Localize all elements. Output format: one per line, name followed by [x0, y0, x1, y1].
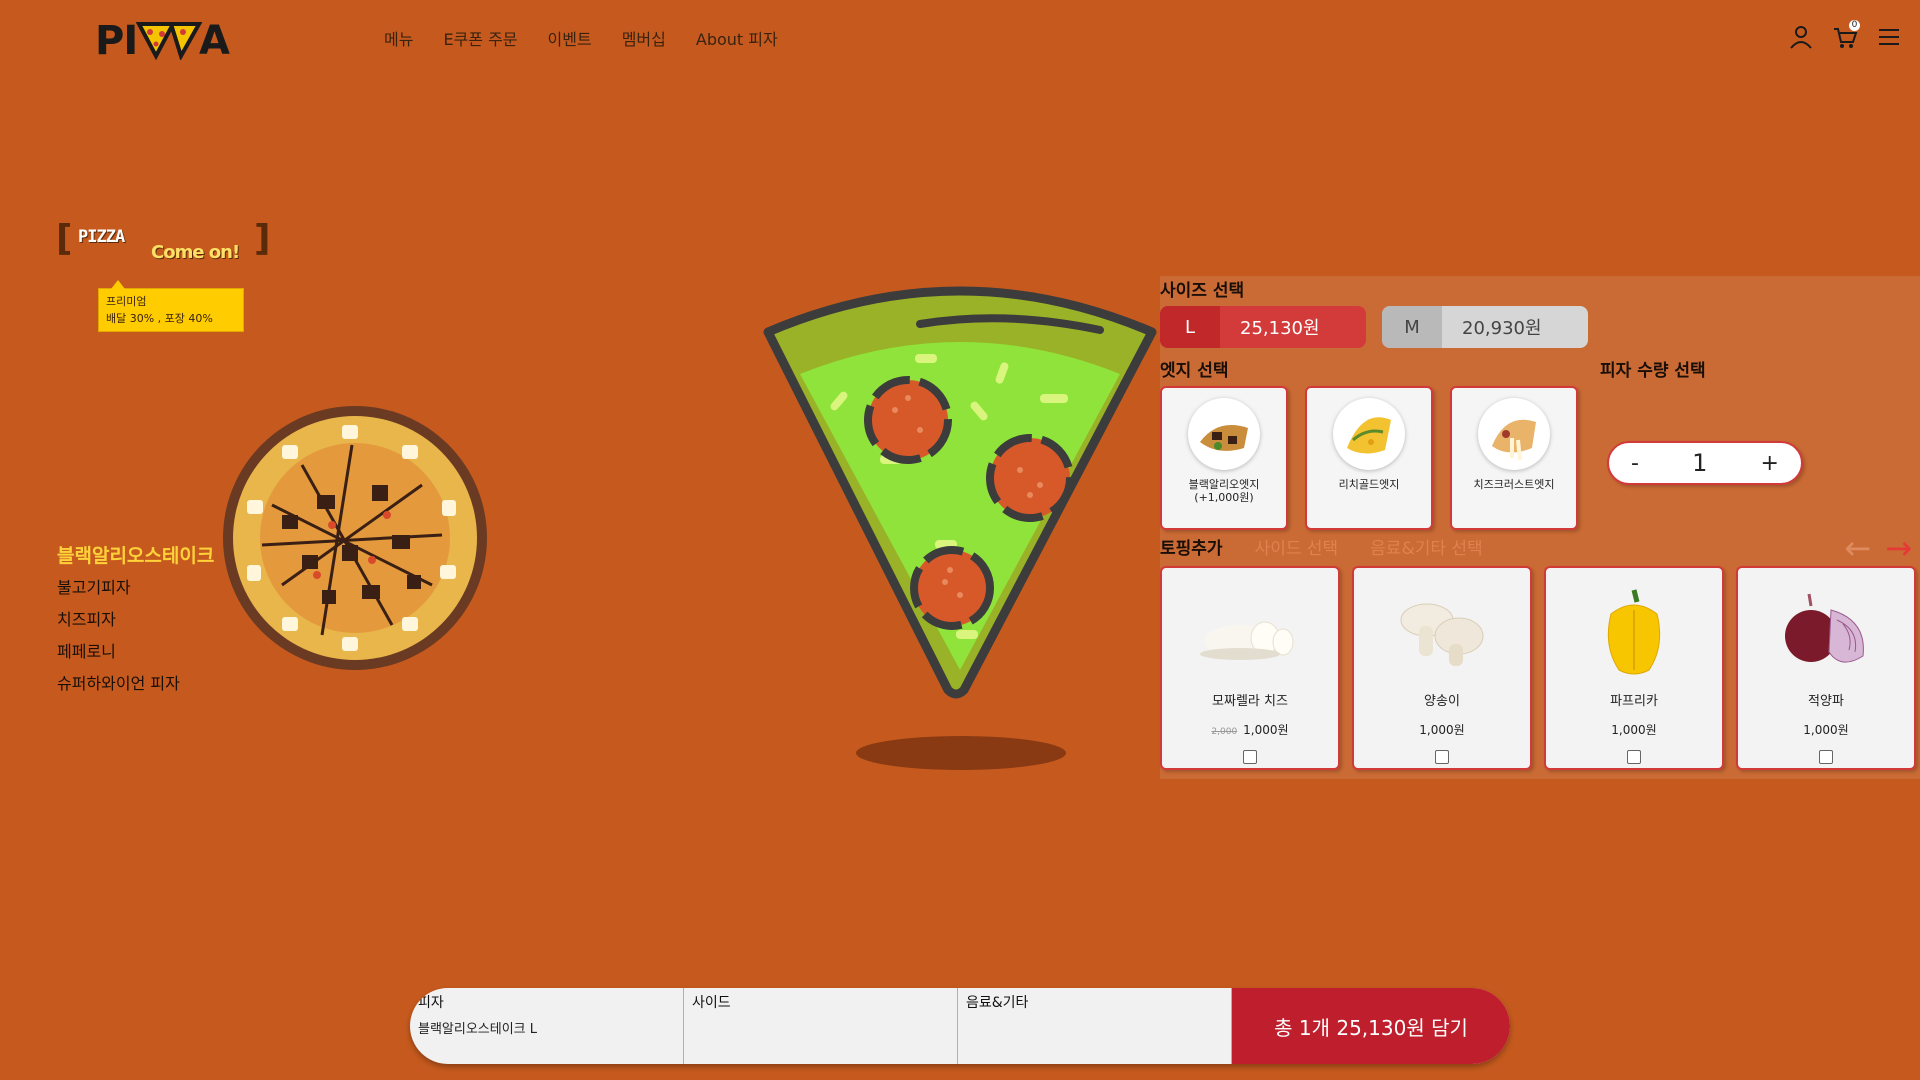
- quantity-stepper: - 1 +: [1607, 441, 1803, 485]
- header-icons: 0: [1788, 20, 1902, 50]
- pizza-slice-illustration: [760, 270, 1160, 700]
- topping-checkbox[interactable]: [1627, 750, 1641, 764]
- topping-price: 1,000원: [1546, 721, 1722, 738]
- promo-bracket-right: ]: [254, 218, 271, 259]
- logo-text: PI: [95, 18, 137, 60]
- topping-checkbox[interactable]: [1243, 750, 1257, 764]
- topping-name: 적양파: [1808, 694, 1844, 709]
- topping-price: 2,000 1,000원: [1162, 721, 1338, 738]
- paprika-image: [1579, 586, 1689, 676]
- topping-checkbox[interactable]: [1819, 750, 1833, 764]
- promo-tooltip: 프리미엄 배달 30% , 포장 40%: [98, 280, 244, 332]
- main-nav: 메뉴 E쿠폰 주문 이벤트 멤버십 About 피자: [384, 26, 778, 50]
- cart-count-badge: 0: [1849, 20, 1860, 31]
- user-icon[interactable]: [1788, 24, 1814, 50]
- topping-old-price: 2,000: [1211, 727, 1238, 737]
- pizza-list-item-active[interactable]: 블랙알리오스테이크: [57, 540, 214, 572]
- nav-ecoupon[interactable]: E쿠폰 주문: [443, 26, 517, 50]
- size-l-price: 25,130원: [1240, 318, 1320, 339]
- topping-card-red-onion[interactable]: 적양파 1,000원: [1736, 566, 1916, 770]
- tab-drink[interactable]: 음료&기타 선택: [1370, 534, 1483, 559]
- order-pizza-column: 피자 블랙알리오스테이크 L: [410, 988, 684, 1064]
- topping-card-mushroom[interactable]: 양송이 1,000원: [1352, 566, 1532, 770]
- topping-price: 1,000원: [1354, 721, 1530, 738]
- tab-topping[interactable]: 토핑추가: [1160, 534, 1223, 559]
- topping-current-price: 1,000원: [1419, 723, 1465, 737]
- carousel-arrows: ← →: [1844, 532, 1912, 564]
- edge-name: 리치골드엣지: [1338, 478, 1400, 491]
- pizza-photo: [222, 405, 488, 671]
- size-option-m[interactable]: M 20,930원: [1382, 306, 1588, 348]
- red-onion-image: [1771, 586, 1881, 676]
- tab-side[interactable]: 사이드 선택: [1255, 534, 1339, 559]
- nav-menu[interactable]: 메뉴: [384, 26, 413, 50]
- promo-label-come-on: Come on!: [151, 242, 240, 263]
- promo-tooltip-line1: 프리미엄: [106, 295, 147, 308]
- order-summary-bar: 피자 블랙알리오스테이크 L 사이드 음료&기타 총 1개 25,130원 담기: [410, 988, 1510, 1064]
- order-drink-column: 음료&기타: [958, 988, 1232, 1064]
- edge-image: [1333, 398, 1405, 470]
- quantity-section-title: 피자 수량 선택: [1600, 361, 1706, 381]
- prev-arrow-icon[interactable]: ←: [1844, 532, 1871, 564]
- svg-text:A: A: [199, 18, 230, 60]
- promo-label-pizza: PIZZA: [78, 227, 125, 247]
- quantity-plus-button[interactable]: +: [1761, 451, 1779, 476]
- size-l-label: L: [1160, 306, 1220, 348]
- size-option-l[interactable]: L 25,130원: [1160, 306, 1366, 348]
- add-to-cart-button[interactable]: 총 1개 25,130원 담기: [1232, 988, 1510, 1064]
- topping-card-mozzarella[interactable]: 모짜렐라 치즈 2,000 1,000원: [1160, 566, 1340, 770]
- edge-section-title: 엣지 선택: [1160, 361, 1229, 381]
- pizza-list-item[interactable]: 슈퍼하와이언 피자: [57, 668, 214, 700]
- nav-event[interactable]: 이벤트: [548, 26, 592, 50]
- nav-membership[interactable]: 멤버십: [622, 26, 666, 50]
- next-arrow-icon[interactable]: →: [1885, 532, 1912, 564]
- pizza-list-item[interactable]: 페페로니: [57, 636, 214, 668]
- promo-bracket-left: [: [56, 218, 73, 259]
- order-side-column: 사이드: [684, 988, 958, 1064]
- cart-icon[interactable]: 0: [1832, 20, 1860, 50]
- order-pizza-title: 피자: [418, 995, 444, 1011]
- pizza-list-item[interactable]: 치즈피자: [57, 604, 214, 636]
- size-section-title: 사이즈 선택: [1160, 281, 1245, 301]
- edge-image: [1478, 398, 1550, 470]
- edge-option-rich-gold[interactable]: 리치골드엣지: [1305, 386, 1433, 530]
- promo-tooltip-line2: 배달 30% , 포장 40%: [106, 312, 213, 325]
- edge-image: [1188, 398, 1260, 470]
- addon-tabs: 토핑추가 사이드 선택 음료&기타 선택: [1160, 534, 1483, 559]
- edge-option-black-alio[interactable]: 블랙알리오엣지 (+1,000원): [1160, 386, 1288, 530]
- topping-current-price: 1,000원: [1243, 723, 1289, 737]
- logo[interactable]: PI A: [95, 18, 245, 64]
- edge-name: 치즈크러스트엣지: [1473, 478, 1555, 491]
- mozzarella-image: [1195, 586, 1305, 676]
- topping-checkbox[interactable]: [1435, 750, 1449, 764]
- size-m-label: M: [1382, 306, 1442, 348]
- slice-shadow: [856, 736, 1066, 770]
- edge-extra-price: (+1,000원): [1194, 491, 1254, 504]
- topping-name: 파프리카: [1610, 694, 1658, 709]
- topping-current-price: 1,000원: [1611, 723, 1657, 737]
- order-pizza-value: 블랙알리오스테이크 L: [418, 1022, 538, 1037]
- topping-card-paprika[interactable]: 파프리카 1,000원: [1544, 566, 1724, 770]
- topping-price: 1,000원: [1738, 721, 1914, 738]
- edge-option-cheese-crust[interactable]: 치즈크러스트엣지: [1450, 386, 1578, 530]
- order-side-title: 사이드: [692, 995, 731, 1011]
- hamburger-menu-icon[interactable]: [1876, 24, 1902, 50]
- topping-name: 모짜렐라 치즈: [1212, 694, 1288, 709]
- topping-current-price: 1,000원: [1803, 723, 1849, 737]
- pizza-list: 블랙알리오스테이크 불고기피자 치즈피자 페페로니 슈퍼하와이언 피자: [57, 540, 214, 700]
- quantity-minus-button[interactable]: -: [1631, 451, 1639, 476]
- edge-name: 블랙알리오엣지: [1188, 478, 1260, 491]
- topping-name: 양송이: [1424, 694, 1460, 709]
- size-m-price: 20,930원: [1462, 318, 1542, 339]
- nav-about[interactable]: About 피자: [696, 26, 778, 50]
- order-drink-title: 음료&기타: [966, 995, 1029, 1011]
- quantity-value: 1: [1692, 449, 1708, 477]
- mushroom-image: [1387, 586, 1497, 676]
- pizza-list-item[interactable]: 불고기피자: [57, 572, 214, 604]
